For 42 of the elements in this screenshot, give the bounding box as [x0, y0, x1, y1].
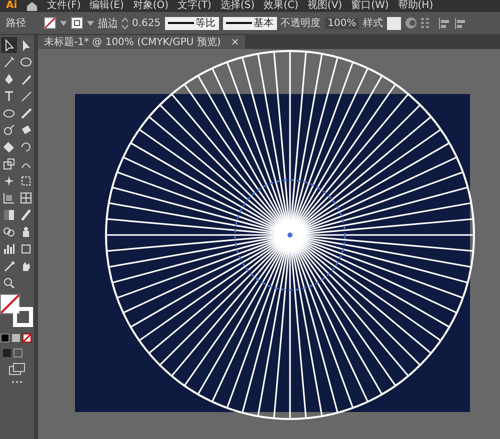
ellipse-tool-icon[interactable]: [2, 107, 14, 119]
mesh-icon[interactable]: [20, 192, 32, 204]
style-label: 样式: [363, 16, 384, 30]
screen-mode-icon[interactable]: [9, 363, 25, 375]
menu-item[interactable]: 帮助(H): [398, 0, 434, 12]
artboard-icon[interactable]: [20, 243, 32, 255]
stroke-label[interactable]: 描边: [98, 16, 118, 30]
style-swatch[interactable]: [387, 16, 402, 30]
fill-stroke-swatches[interactable]: [0, 294, 34, 328]
shaper-icon[interactable]: [2, 124, 14, 136]
fill-swatch[interactable]: [44, 17, 56, 29]
object-type-label: 路径: [6, 17, 26, 30]
bar-chart-icon[interactable]: [2, 243, 14, 255]
scale-icon[interactable]: [2, 158, 14, 170]
document-tab[interactable]: 未标题-1* @ 100% (CMYK/GPU 预览) ×: [38, 35, 246, 49]
menu-item[interactable]: 视图(V): [307, 0, 342, 12]
color-mode-icons[interactable]: [0, 333, 34, 343]
stroke-weight-field[interactable]: 0.625: [132, 18, 161, 28]
selection-tool-icon[interactable]: [2, 39, 14, 51]
type-tool-icon[interactable]: [2, 90, 14, 102]
stepper-icon[interactable]: [122, 18, 128, 28]
opacity-label: 不透明度: [280, 16, 321, 30]
align-left-icon[interactable]: [439, 18, 452, 28]
caret-icon[interactable]: [60, 20, 67, 26]
profile-dropdown[interactable]: 等比: [164, 16, 219, 30]
brush-dropdown[interactable]: 基本: [222, 16, 277, 30]
gradient-icon[interactable]: [2, 209, 14, 221]
line-tool-icon[interactable]: [20, 90, 32, 102]
menu-item[interactable]: 选择(S): [220, 0, 255, 12]
free-transform-icon[interactable]: [20, 175, 32, 187]
caret-icon[interactable]: [87, 20, 94, 26]
align-center-icon[interactable]: [455, 18, 468, 28]
menu-item[interactable]: 对象(O): [132, 0, 169, 12]
blend-icon[interactable]: [2, 226, 14, 238]
menu-item[interactable]: 效果(C): [264, 0, 298, 12]
more-icon[interactable]: [11, 380, 23, 384]
close-icon[interactable]: ×: [230, 36, 240, 48]
zoom-icon[interactable]: [2, 277, 14, 289]
stroke-swatch[interactable]: [71, 17, 83, 29]
app-logo: Ai: [6, 0, 18, 12]
opacity-field[interactable]: 100%: [324, 18, 360, 28]
menu-item[interactable]: 编辑(E): [90, 0, 124, 12]
